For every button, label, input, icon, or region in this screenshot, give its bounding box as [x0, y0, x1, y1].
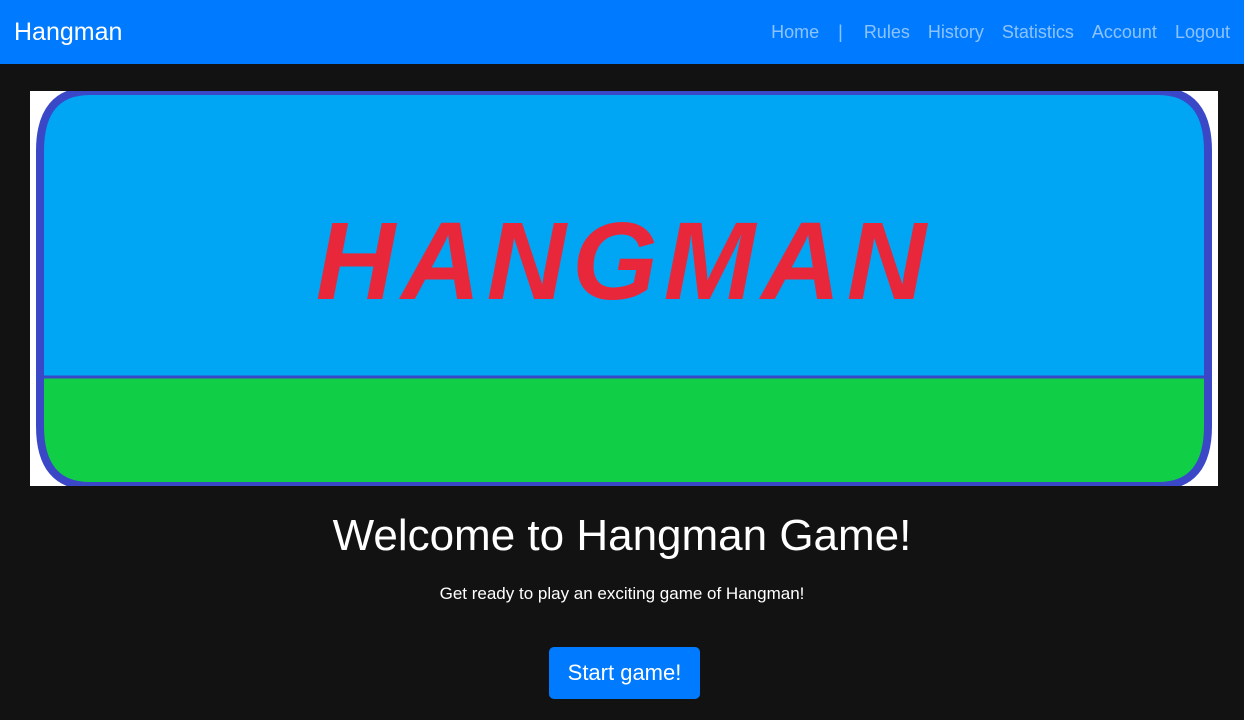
- hangman-banner-image: HANGMAN: [30, 91, 1218, 486]
- nav-link-home[interactable]: Home: [771, 23, 819, 41]
- nav-links: Home | Rules History Statistics Account …: [771, 0, 1230, 64]
- nav-link-logout[interactable]: Logout: [1175, 23, 1230, 41]
- nav-separator: |: [838, 22, 843, 42]
- banner-graphic: HANGMAN: [36, 91, 1212, 486]
- start-game-button[interactable]: Start game!: [549, 647, 700, 699]
- welcome-subtitle: Get ready to play an exciting game of Ha…: [439, 584, 805, 603]
- nav-link-rules[interactable]: Rules: [864, 23, 910, 41]
- brand-link[interactable]: Hangman: [14, 19, 122, 45]
- nav-link-account[interactable]: Account: [1092, 23, 1157, 41]
- banner-title-text: HANGMAN: [316, 200, 932, 323]
- navbar: Hangman Home | Rules History Statistics …: [0, 0, 1244, 64]
- welcome-heading: Welcome to Hangman Game!: [332, 511, 912, 560]
- nav-link-history[interactable]: History: [928, 23, 984, 41]
- nav-link-statistics[interactable]: Statistics: [1002, 23, 1074, 41]
- banner-grass: [40, 377, 1208, 486]
